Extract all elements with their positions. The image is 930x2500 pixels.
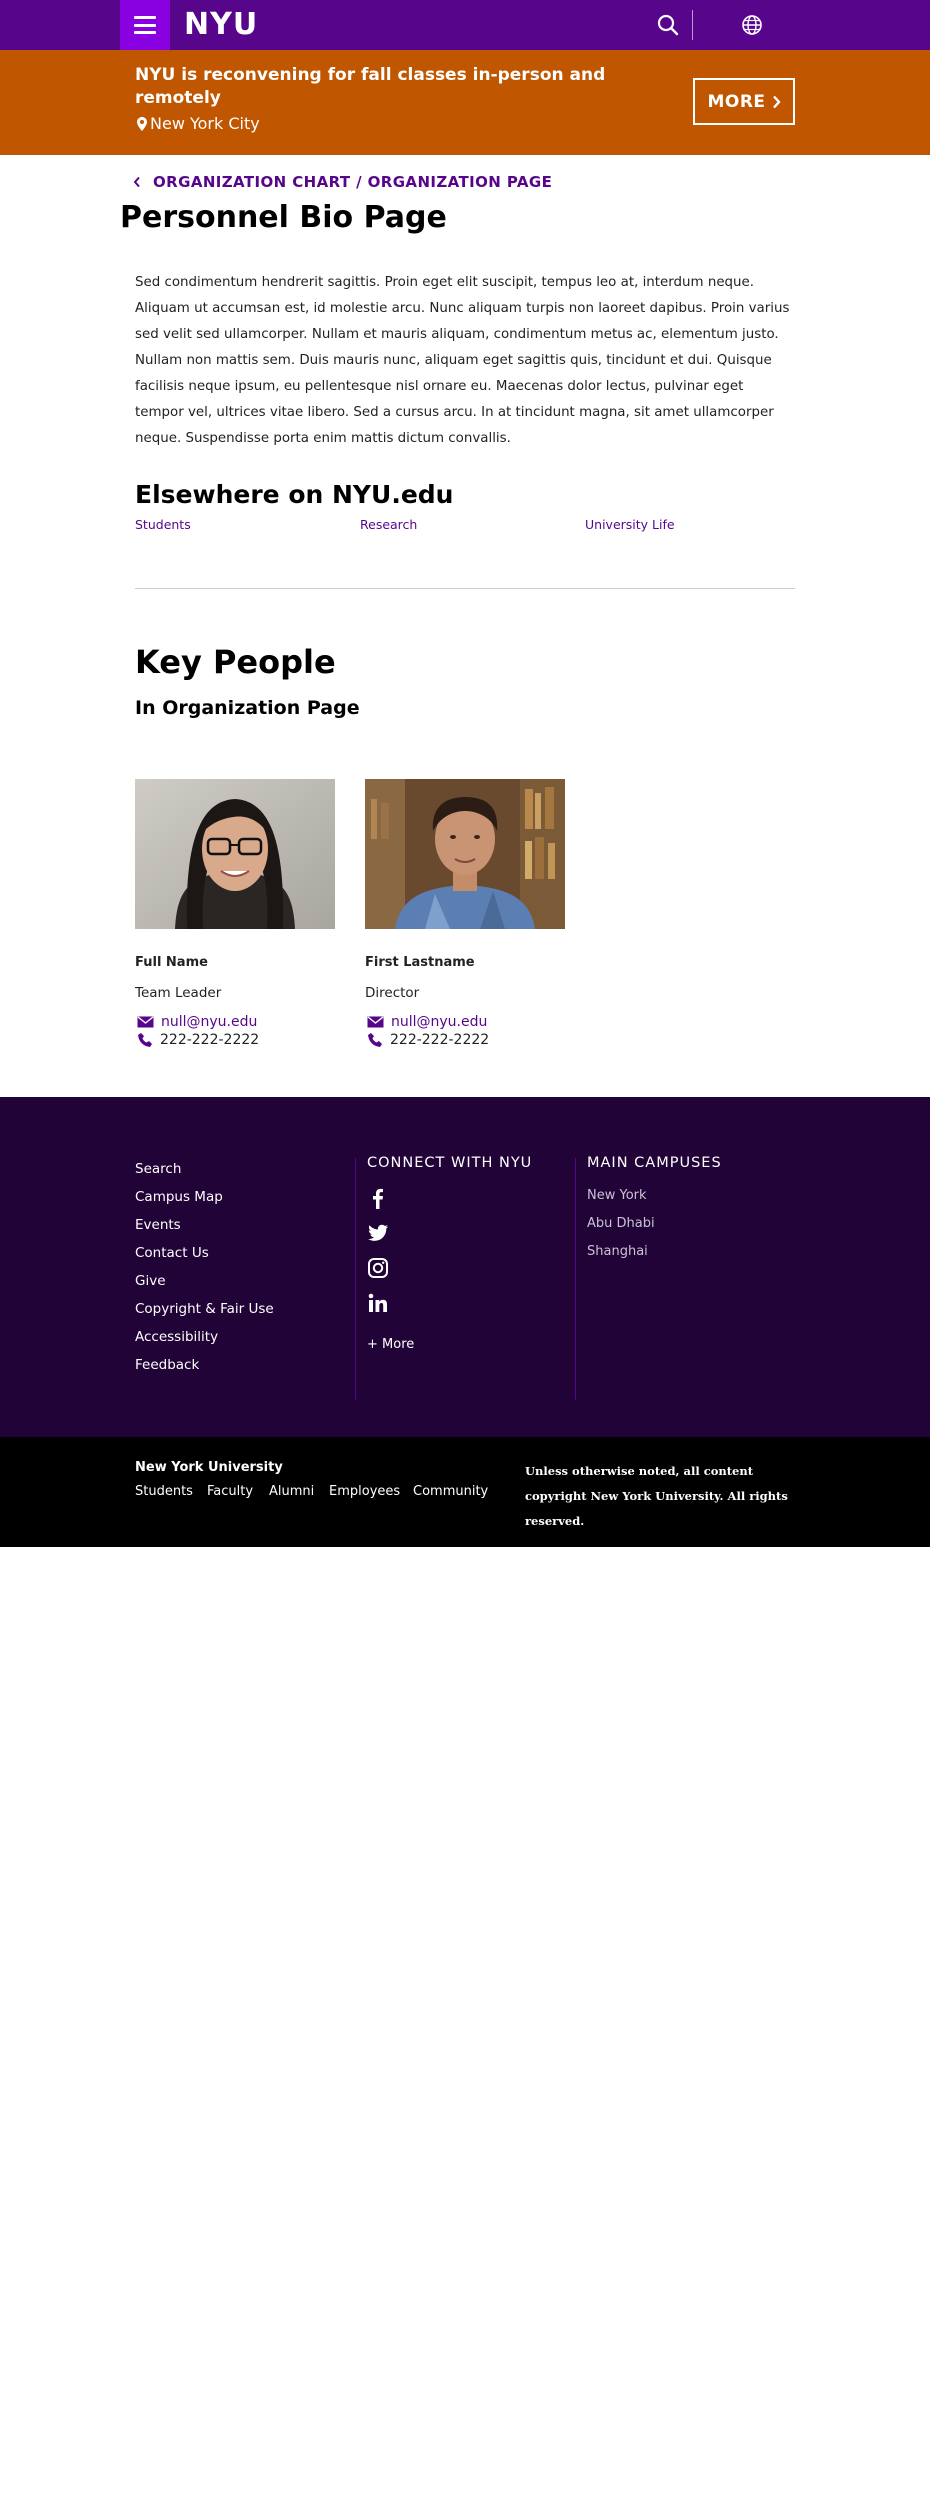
location-pin-icon — [137, 117, 147, 131]
footer-divider — [575, 1158, 576, 1400]
bottom-link-community[interactable]: Community — [413, 1484, 488, 1499]
footer-link-campus-map[interactable]: Campus Map — [135, 1189, 223, 1205]
person-photo — [135, 779, 335, 929]
campuses-heading: MAIN CAMPUSES — [587, 1155, 722, 1171]
footer-link-accessibility[interactable]: Accessibility — [135, 1329, 218, 1345]
social-more-link[interactable]: + More — [367, 1337, 414, 1352]
bottom-link-alumni[interactable]: Alumni — [269, 1484, 314, 1499]
footer-divider — [355, 1158, 356, 1400]
breadcrumb[interactable]: ORGANIZATION CHART / ORGANIZATION PAGE — [133, 173, 552, 191]
footer-link-copyright[interactable]: Copyright & Fair Use — [135, 1301, 274, 1317]
page-title: Personnel Bio Page — [120, 200, 447, 235]
campus-link-shanghai[interactable]: Shanghai — [587, 1244, 648, 1259]
person-role: Team Leader — [135, 985, 222, 1001]
person-email[interactable]: null@nyu.edu — [161, 1014, 257, 1030]
elsewhere-link-university-life[interactable]: University Life — [585, 517, 675, 532]
nyu-logo[interactable]: NYU — [184, 6, 258, 44]
site-footer: Search Campus Map Events Contact Us Give… — [0, 1097, 930, 1437]
person-phone-number[interactable]: 222-222-2222 — [390, 1032, 489, 1048]
phone-icon — [138, 1033, 152, 1047]
person-name: First Lastname — [365, 955, 475, 970]
twitter-icon[interactable] — [367, 1222, 389, 1244]
bottom-link-faculty[interactable]: Faculty — [207, 1484, 253, 1499]
person-name: Full Name — [135, 955, 208, 970]
instagram-icon[interactable] — [367, 1257, 389, 1279]
facebook-icon[interactable] — [367, 1187, 389, 1209]
footer-link-give[interactable]: Give — [135, 1273, 166, 1289]
bottom-bar: New York University Students Faculty Alu… — [0, 1437, 930, 1547]
campus-link-new-york[interactable]: New York — [587, 1188, 647, 1203]
header-divider — [692, 10, 693, 40]
chevron-left-icon — [133, 176, 140, 188]
globe-icon[interactable] — [739, 12, 765, 38]
menu-button[interactable] — [120, 0, 170, 50]
linkedin-icon[interactable] — [367, 1292, 389, 1314]
top-navigation-bar: NYU — [0, 0, 930, 50]
alert-location-label: New York City — [150, 114, 260, 133]
key-people-subheading: In Organization Page — [135, 697, 360, 719]
footer-link-events[interactable]: Events — [135, 1217, 181, 1233]
envelope-icon — [137, 1016, 154, 1028]
breadcrumb-label[interactable]: ORGANIZATION CHART / ORGANIZATION PAGE — [153, 173, 552, 191]
more-button-label: MORE — [707, 91, 766, 112]
person-role: Director — [365, 985, 420, 1001]
copyright-notice: Unless otherwise noted, all content copy… — [525, 1464, 788, 1528]
person-email-link[interactable]: null@nyu.edu — [137, 1014, 257, 1030]
bottom-link-students[interactable]: Students — [135, 1484, 193, 1499]
envelope-icon — [367, 1016, 384, 1028]
chevron-right-icon — [772, 95, 781, 108]
bio-paragraph: Sed condimentum hendrerit sagittis. Proi… — [135, 275, 790, 446]
footer-link-contact-us[interactable]: Contact Us — [135, 1245, 209, 1261]
bottom-link-employees[interactable]: Employees — [329, 1484, 400, 1499]
footer-link-feedback[interactable]: Feedback — [135, 1357, 199, 1373]
alert-location: New York City — [137, 113, 260, 135]
phone-icon — [368, 1033, 382, 1047]
person-phone[interactable]: 222-222-2222 — [137, 1032, 259, 1048]
menu-icon — [134, 16, 156, 34]
elsewhere-link-research[interactable]: Research — [360, 517, 417, 532]
person-phone[interactable]: 222-222-2222 — [367, 1032, 489, 1048]
person-card: First Lastname Director null@nyu.edu 222… — [365, 779, 565, 1048]
elsewhere-heading: Elsewhere on NYU.edu — [135, 480, 454, 509]
section-divider — [135, 588, 795, 589]
person-email[interactable]: null@nyu.edu — [391, 1014, 487, 1030]
person-photo — [365, 779, 565, 929]
person-email-link[interactable]: null@nyu.edu — [367, 1014, 487, 1030]
university-name: New York University — [135, 1460, 283, 1475]
connect-heading: CONNECT WITH NYU — [367, 1155, 533, 1171]
more-button[interactable]: MORE — [693, 78, 795, 125]
footer-link-search[interactable]: Search — [135, 1161, 181, 1177]
alert-title: NYU is reconvening for fall classes in-p… — [135, 65, 606, 108]
elsewhere-link-students[interactable]: Students — [135, 517, 191, 532]
person-card: Full Name Team Leader null@nyu.edu 222-2… — [135, 779, 335, 1048]
campus-link-abu-dhabi[interactable]: Abu Dhabi — [587, 1216, 655, 1231]
person-phone-number[interactable]: 222-222-2222 — [160, 1032, 259, 1048]
key-people-heading: Key People — [135, 643, 336, 681]
search-icon[interactable] — [655, 12, 681, 38]
